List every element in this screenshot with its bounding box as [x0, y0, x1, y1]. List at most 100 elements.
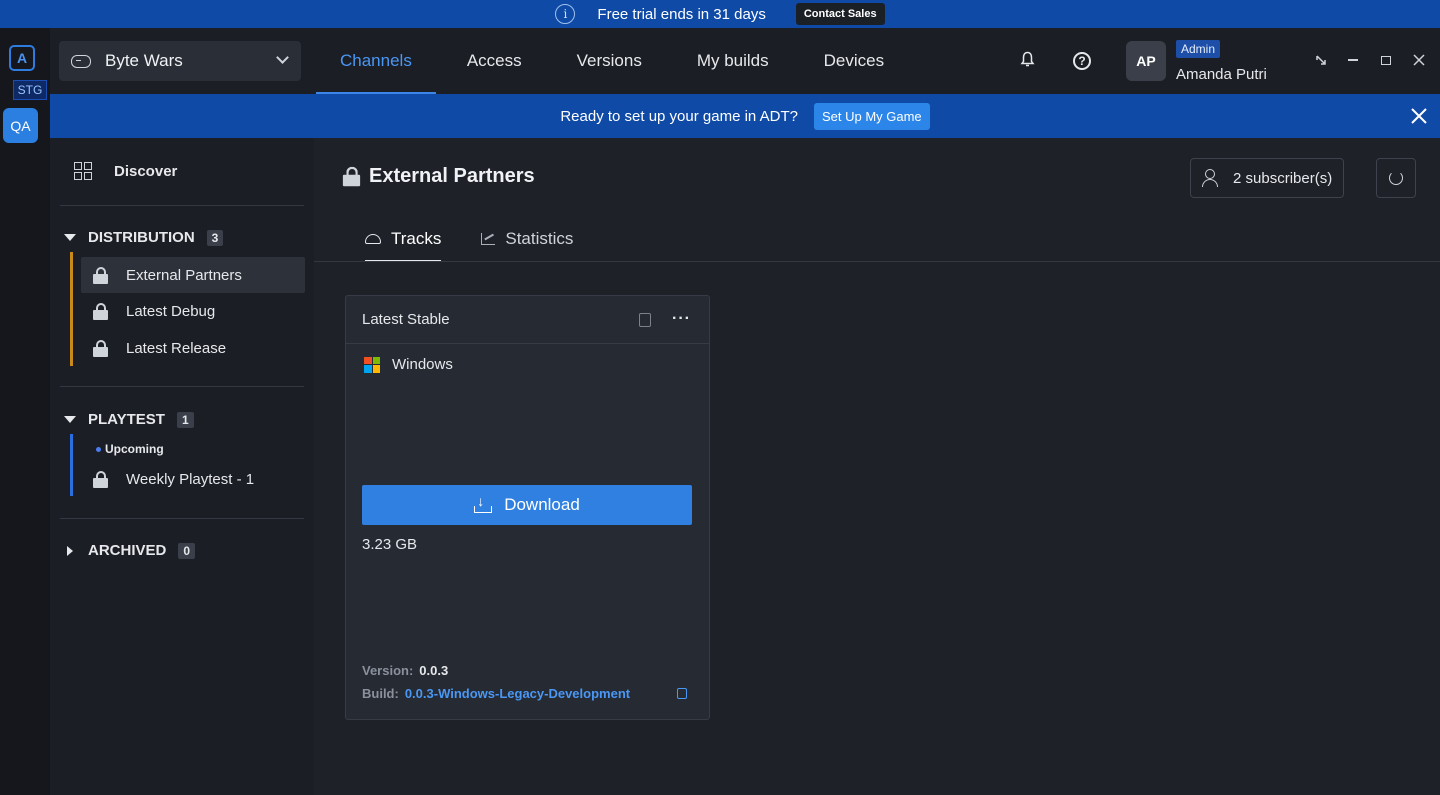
- tab-my-builds[interactable]: My builds: [673, 28, 793, 94]
- refresh-button[interactable]: [1376, 158, 1416, 198]
- upcoming-label: Upcoming: [105, 442, 164, 456]
- platform-row: Windows: [364, 356, 453, 373]
- gamepad-icon: [71, 54, 91, 68]
- divider: [314, 261, 1440, 262]
- sidebar-item-latest-release[interactable]: Latest Release: [81, 330, 305, 366]
- platform-label: Windows: [392, 356, 453, 373]
- bell-icon[interactable]: [1020, 51, 1035, 68]
- chevron-down-icon: [276, 51, 289, 64]
- setup-banner-text: Ready to set up your game in ADT?: [560, 107, 798, 125]
- divider: [60, 386, 304, 387]
- playtest-count: 1: [176, 411, 194, 428]
- version-label: Version:: [362, 663, 414, 678]
- lock-icon: [93, 266, 108, 284]
- help-icon[interactable]: ?: [1073, 52, 1091, 70]
- trial-text: Free trial ends in 31 days: [597, 5, 766, 23]
- channel-main: External Partners 2 subscriber(s) Tracks…: [314, 138, 1440, 795]
- tab-label: Tracks: [391, 229, 442, 248]
- lock-icon: [342, 166, 361, 187]
- version-row: Version: 0.0.3: [362, 663, 448, 678]
- setup-banner: Ready to set up your game in ADT? Set Up…: [50, 94, 1440, 138]
- sidebar-item-label: Weekly Playtest - 1: [126, 470, 255, 488]
- cloud-icon: [365, 234, 381, 244]
- lock-icon: [93, 339, 108, 357]
- upcoming-status: Upcoming: [96, 442, 164, 456]
- sidebar-item-latest-debug[interactable]: Latest Debug: [81, 293, 305, 329]
- tab-channels[interactable]: Channels: [316, 28, 436, 94]
- distribution-count: 3: [206, 229, 224, 246]
- divider: [60, 518, 304, 519]
- sidebar-item-label: Latest Debug: [126, 302, 216, 320]
- copy-icon[interactable]: [639, 313, 651, 327]
- tab-label: Statistics: [505, 229, 574, 248]
- top-navigation: Byte Wars Channels Access Versions My bu…: [50, 28, 1440, 94]
- download-button[interactable]: Download: [362, 485, 692, 525]
- user-name[interactable]: Amanda Putri: [1176, 66, 1267, 83]
- more-options-icon[interactable]: ···: [672, 310, 691, 328]
- maximize-icon[interactable]: [1378, 52, 1394, 68]
- channel-tabs: Tracks Statistics: [365, 216, 573, 262]
- set-up-my-game-button[interactable]: Set Up My Game: [813, 102, 930, 130]
- archived-label: ARCHIVED: [88, 542, 167, 559]
- environment-badge: STG: [13, 80, 47, 100]
- sidebar-item-weekly-playtest[interactable]: Weekly Playtest - 1: [81, 461, 305, 497]
- windows-logo-icon: [364, 356, 380, 373]
- minimize-icon[interactable]: [1345, 52, 1361, 68]
- caret-down-icon: [64, 234, 76, 241]
- tab-tracks[interactable]: Tracks: [365, 216, 442, 262]
- tab-devices[interactable]: Devices: [800, 28, 908, 94]
- discover-label: Discover: [114, 162, 178, 180]
- distribution-section-header[interactable]: DISTRIBUTION 3: [64, 229, 224, 246]
- caret-right-icon: [67, 545, 73, 556]
- game-selector[interactable]: Byte Wars: [59, 41, 301, 81]
- tab-access[interactable]: Access: [443, 28, 546, 94]
- sidebar-item-external-partners[interactable]: External Partners: [81, 257, 305, 293]
- main-tabs: Channels Access Versions My builds Devic…: [316, 28, 915, 94]
- page-title: External Partners: [342, 165, 535, 188]
- caret-down-icon: [64, 416, 76, 423]
- version-value: 0.0.3: [419, 663, 449, 678]
- subscribers-button[interactable]: 2 subscriber(s): [1190, 158, 1344, 198]
- tab-versions[interactable]: Versions: [553, 28, 666, 94]
- restore-window-icon[interactable]: [1313, 52, 1329, 68]
- close-window-icon[interactable]: [1411, 52, 1427, 68]
- archived-section-header[interactable]: ARCHIVED 0: [64, 542, 196, 559]
- sidebar-item-label: External Partners: [126, 266, 242, 284]
- contact-sales-button[interactable]: Contact Sales: [795, 3, 885, 25]
- channel-sidebar: Discover DISTRIBUTION 3 External Partner…: [50, 138, 314, 795]
- lock-icon: [93, 302, 108, 320]
- playtest-label: PLAYTEST: [88, 411, 165, 428]
- info-icon: i: [555, 4, 576, 24]
- divider: [60, 205, 304, 206]
- workspace-qa-button[interactable]: QA: [3, 108, 38, 143]
- tab-statistics[interactable]: Statistics: [481, 216, 573, 262]
- subscribers-label: 2 subscriber(s): [1233, 169, 1333, 187]
- track-name: Latest Stable: [362, 311, 450, 328]
- line-chart-icon: [481, 233, 496, 245]
- lock-icon: [93, 470, 108, 488]
- sidebar-item-label: Latest Release: [126, 339, 227, 357]
- close-icon[interactable]: [1410, 107, 1428, 125]
- playtest-section-header[interactable]: PLAYTEST 1: [64, 411, 194, 428]
- distribution-label: DISTRIBUTION: [88, 229, 195, 246]
- left-rail: A STG QA: [0, 28, 50, 795]
- playtest-indicator: [70, 434, 73, 496]
- download-label: Download: [504, 495, 580, 514]
- app-logo-icon[interactable]: A: [9, 45, 35, 71]
- trial-banner: i Free trial ends in 31 days Contact Sal…: [0, 0, 1440, 28]
- game-selector-value: Byte Wars: [105, 51, 183, 70]
- copy-build-icon[interactable]: [677, 688, 687, 699]
- role-badge: Admin: [1176, 40, 1221, 58]
- status-dot-icon: [96, 446, 101, 452]
- build-size: 3.23 GB: [362, 536, 418, 553]
- track-card-header: Latest Stable ···: [346, 296, 709, 344]
- grid-icon: [74, 162, 92, 180]
- users-icon: [1201, 168, 1223, 188]
- build-label: Build:: [362, 686, 399, 701]
- build-link[interactable]: 0.0.3-Windows-Legacy-Development: [405, 686, 630, 701]
- discover-link[interactable]: Discover: [74, 162, 177, 180]
- channel-title: External Partners: [369, 165, 535, 187]
- distribution-indicator: [70, 252, 73, 366]
- avatar[interactable]: AP: [1126, 41, 1166, 81]
- download-icon: [474, 493, 493, 513]
